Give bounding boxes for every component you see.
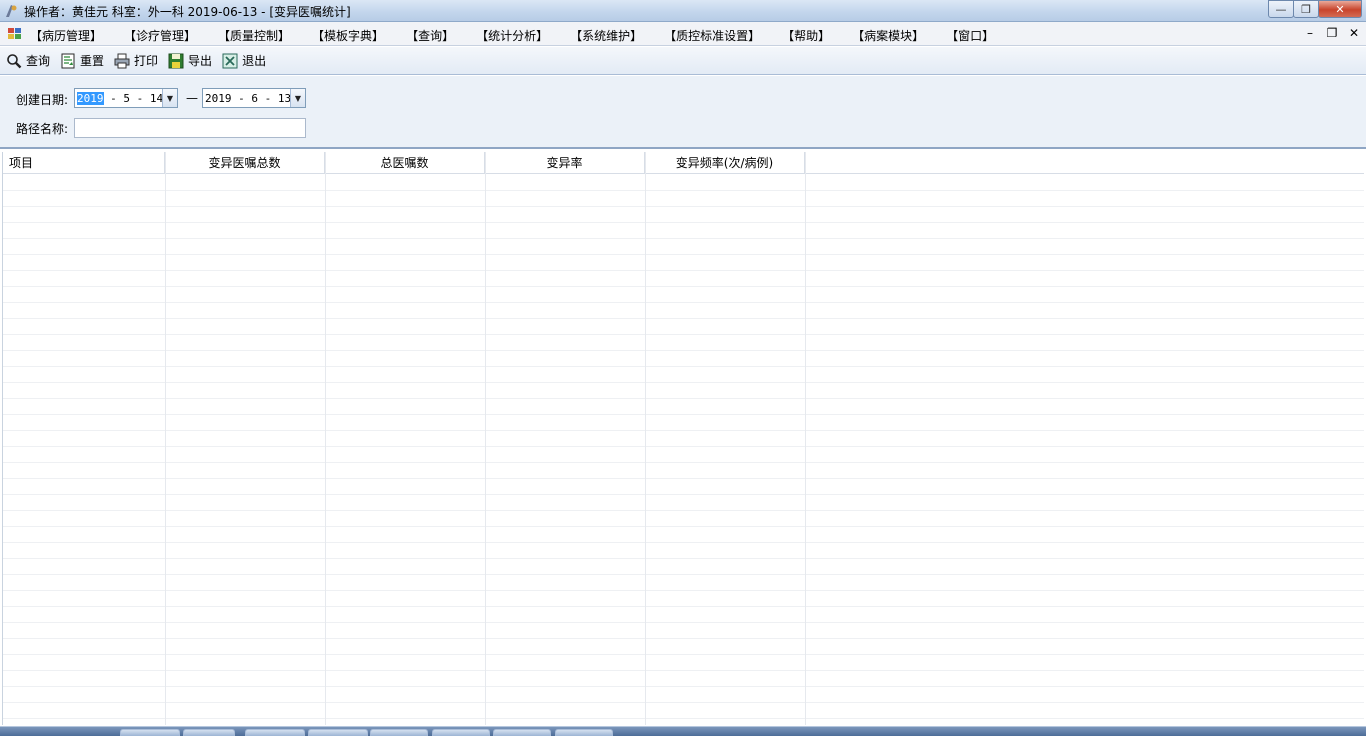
taskbar xyxy=(0,726,1366,736)
created-date-label: 创建日期: xyxy=(16,93,69,107)
print-label: 打印 xyxy=(134,54,159,68)
title-bar: 操作者：黄佳元 科室：外一科 2019-06-13 - [变异医嘱统计] — ❐… xyxy=(0,0,1366,22)
restore-button[interactable]: ❐ xyxy=(1293,0,1319,18)
date-range-separator: — xyxy=(186,91,198,105)
menu-qc-standard-settings[interactable]: 【质控标准设置】 xyxy=(664,27,760,44)
exit-label: 退出 xyxy=(242,54,267,68)
export-label: 导出 xyxy=(188,54,213,68)
taskbar-button[interactable] xyxy=(493,729,551,736)
column-header-variant-order-total[interactable]: 变异医嘱总数 xyxy=(165,152,325,174)
query-label: 查询 xyxy=(26,54,51,68)
menu-items: 【病历管理】 【诊疗管理】 【质量控制】 【模板字典】 【查询】 【统计分析】 … xyxy=(30,27,1016,44)
menu-bar: 【病历管理】 【诊疗管理】 【质量控制】 【模板字典】 【查询】 【统计分析】 … xyxy=(0,22,1366,46)
menu-system-maintenance[interactable]: 【系统维护】 xyxy=(570,27,642,44)
app-icon xyxy=(6,5,17,17)
system-menu-icon[interactable] xyxy=(8,27,22,39)
minimize-button[interactable]: — xyxy=(1268,0,1294,18)
reset-button[interactable]: 重置 xyxy=(60,52,104,69)
query-button[interactable]: 查询 xyxy=(6,52,50,69)
column-divider xyxy=(805,152,806,725)
mdi-close-button[interactable]: ✕ xyxy=(1348,26,1360,40)
start-date-value[interactable]: 2019 - 5 - 14 xyxy=(77,92,163,105)
menu-window[interactable]: 【窗口】 xyxy=(946,27,994,44)
menu-case-module[interactable]: 【病案模块】 xyxy=(852,27,924,44)
printer-icon xyxy=(114,53,130,68)
menu-help[interactable]: 【帮助】 xyxy=(782,27,830,44)
taskbar-button[interactable] xyxy=(245,729,305,736)
window-title: 操作者：黄佳元 科室：外一科 2019-06-13 - [变异医嘱统计] xyxy=(24,5,351,19)
exit-icon xyxy=(222,53,238,68)
menu-diagnosis-treatment[interactable]: 【诊疗管理】 xyxy=(124,27,196,44)
path-name-input[interactable] xyxy=(74,118,306,138)
taskbar-button[interactable] xyxy=(370,729,428,736)
column-header-variant-frequency[interactable]: 变异频率(次/病例) xyxy=(645,152,805,174)
menu-medical-records[interactable]: 【病历管理】 xyxy=(30,27,102,44)
reset-label: 重置 xyxy=(80,54,105,68)
column-header-variant-rate[interactable]: 变异率 xyxy=(485,152,645,174)
menu-quality-control[interactable]: 【质量控制】 xyxy=(218,27,290,44)
grid-body[interactable] xyxy=(3,175,1364,725)
taskbar-button[interactable] xyxy=(555,729,613,736)
taskbar-button[interactable] xyxy=(432,729,490,736)
column-header-item[interactable]: 项目 xyxy=(3,152,165,174)
column-divider xyxy=(645,152,646,725)
close-button[interactable]: ✕ xyxy=(1318,0,1362,18)
menu-query[interactable]: 【查询】 xyxy=(406,27,454,44)
start-date-rest: - 5 - 14 xyxy=(103,92,164,105)
mdi-controls: – ❐ ✕ xyxy=(1304,26,1360,40)
results-grid: 项目 变异医嘱总数 总医嘱数 变异率 变异频率(次/病例) xyxy=(2,152,1364,725)
taskbar-button[interactable] xyxy=(120,729,180,736)
window-controls: — ❐ ✕ xyxy=(1268,0,1362,18)
end-date-picker[interactable]: 2019 - 6 - 13 ▼ xyxy=(202,88,306,108)
start-date-year: 2019 xyxy=(77,92,104,105)
path-name-label: 路径名称: xyxy=(16,122,69,136)
taskbar-button[interactable] xyxy=(308,729,368,736)
end-date-value[interactable]: 2019 - 6 - 13 xyxy=(205,92,291,105)
magnifier-icon xyxy=(7,53,22,68)
floppy-disk-icon xyxy=(168,53,184,68)
exit-button[interactable]: 退出 xyxy=(222,52,266,69)
chevron-down-icon[interactable]: ▼ xyxy=(162,89,177,107)
column-divider xyxy=(325,152,326,725)
print-button[interactable]: 打印 xyxy=(114,52,158,69)
mdi-restore-button[interactable]: ❐ xyxy=(1326,26,1338,40)
grid-header: 项目 变异医嘱总数 总医嘱数 变异率 变异频率(次/病例) xyxy=(3,152,1364,174)
reset-document-icon xyxy=(61,53,75,68)
menu-template-dictionary[interactable]: 【模板字典】 xyxy=(312,27,384,44)
export-button[interactable]: 导出 xyxy=(168,52,212,69)
filter-panel: 创建日期: 2019 - 5 - 14 ▼ — 2019 - 6 - 13 ▼ … xyxy=(0,76,1366,149)
chevron-down-icon[interactable]: ▼ xyxy=(290,89,305,107)
mdi-minimize-button[interactable]: – xyxy=(1304,26,1316,40)
menu-statistics[interactable]: 【统计分析】 xyxy=(476,27,548,44)
toolbar: 查询 重置 打印 导出 退出 xyxy=(0,47,1366,75)
start-date-picker[interactable]: 2019 - 5 - 14 ▼ xyxy=(74,88,178,108)
column-divider xyxy=(485,152,486,725)
taskbar-button[interactable] xyxy=(183,729,235,736)
column-divider xyxy=(165,152,166,725)
column-header-total-orders[interactable]: 总医嘱数 xyxy=(325,152,485,174)
